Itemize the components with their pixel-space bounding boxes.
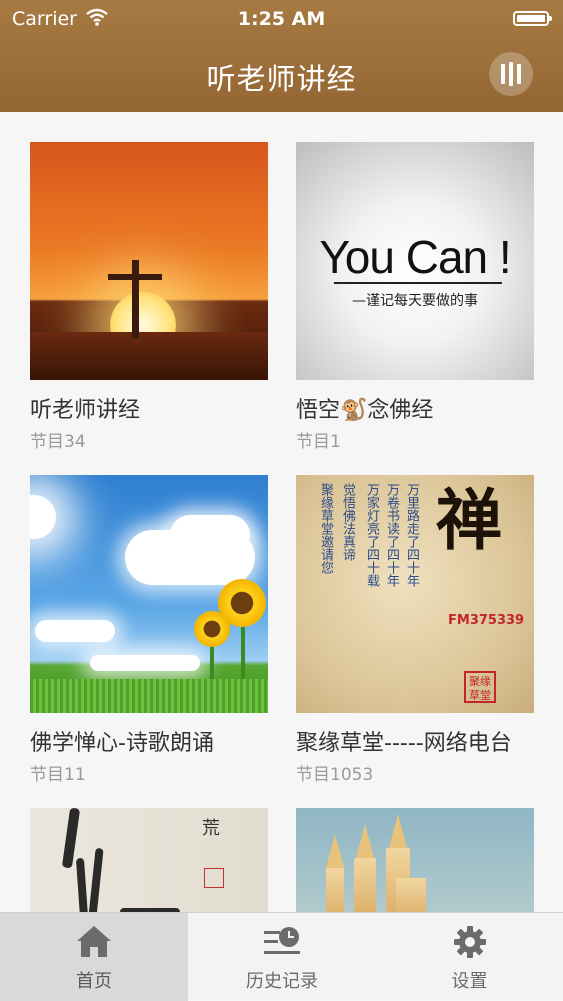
program-count: 节目1	[296, 432, 341, 452]
program-thumbnail: 万里路走了四十年 万卷书读了四十年 万家灯亮了四十载 觉悟佛法真谛 聚缘草堂邀请…	[296, 475, 534, 713]
home-icon	[77, 926, 111, 957]
tab-label: 设置	[451, 971, 488, 992]
navigation-header: Carrier 1:25 AM 听老师讲经	[0, 0, 563, 112]
program-thumbnail: You Can ! —谨记每天要做的事	[296, 142, 534, 380]
fm-number: FM375339	[448, 613, 525, 628]
calligraphy-character: 禅	[436, 481, 502, 559]
tab-history[interactable]: 历史记录	[188, 913, 376, 1001]
program-thumbnail	[30, 475, 268, 713]
program-thumbnail	[30, 142, 268, 380]
thumbnail-text: You Can !	[319, 231, 511, 283]
history-icon	[264, 927, 300, 954]
tab-label: 历史记录	[246, 971, 318, 992]
program-title: 聚缘草堂-----网络电台	[296, 731, 512, 756]
program-card[interactable]: 万里路走了四十年 万卷书读了四十年 万家灯亮了四十载 觉悟佛法真谛 聚缘草堂邀请…	[296, 475, 534, 785]
program-title: 悟空🐒念佛经	[296, 398, 434, 423]
program-card[interactable]	[296, 808, 534, 912]
seal-stamp: 聚缘草堂	[464, 671, 496, 703]
cross-icon	[132, 260, 139, 338]
program-card[interactable]: 荒	[30, 808, 268, 912]
battery-icon	[513, 11, 552, 26]
tab-home[interactable]: 首页	[0, 913, 188, 1001]
tab-bar: 首页 历史记录 设置	[0, 912, 563, 1001]
tab-label: 首页	[76, 971, 112, 992]
gear-icon	[453, 926, 486, 958]
program-card[interactable]: You Can ! —谨记每天要做的事 悟空🐒念佛经 节目1	[296, 142, 534, 452]
program-title: 听老师讲经	[30, 398, 141, 423]
clock: 1:25 AM	[237, 8, 326, 30]
program-grid: 听老师讲经 节目34 You Can ! —谨记每天要做的事 悟空🐒念佛经 节目…	[0, 112, 563, 912]
program-card[interactable]: 听老师讲经 节目34	[30, 142, 268, 452]
program-card[interactable]: 佛学惮心-诗歌朗诵 节目11	[30, 475, 268, 785]
now-playing-button[interactable]	[489, 52, 533, 96]
program-count: 节目1053	[296, 765, 374, 785]
thumbnail-subtext: —谨记每天要做的事	[352, 293, 478, 309]
program-count: 节目11	[30, 765, 86, 785]
program-count: 节目34	[30, 432, 86, 452]
program-thumbnail: 荒	[30, 808, 268, 912]
tab-settings[interactable]: 设置	[376, 913, 563, 1001]
page-title: 听老师讲经	[206, 62, 357, 96]
status-bar: Carrier 1:25 AM	[0, 0, 563, 38]
audio-bars-icon	[501, 64, 505, 84]
program-thumbnail	[296, 808, 534, 912]
program-title: 佛学惮心-诗歌朗诵	[30, 731, 214, 756]
